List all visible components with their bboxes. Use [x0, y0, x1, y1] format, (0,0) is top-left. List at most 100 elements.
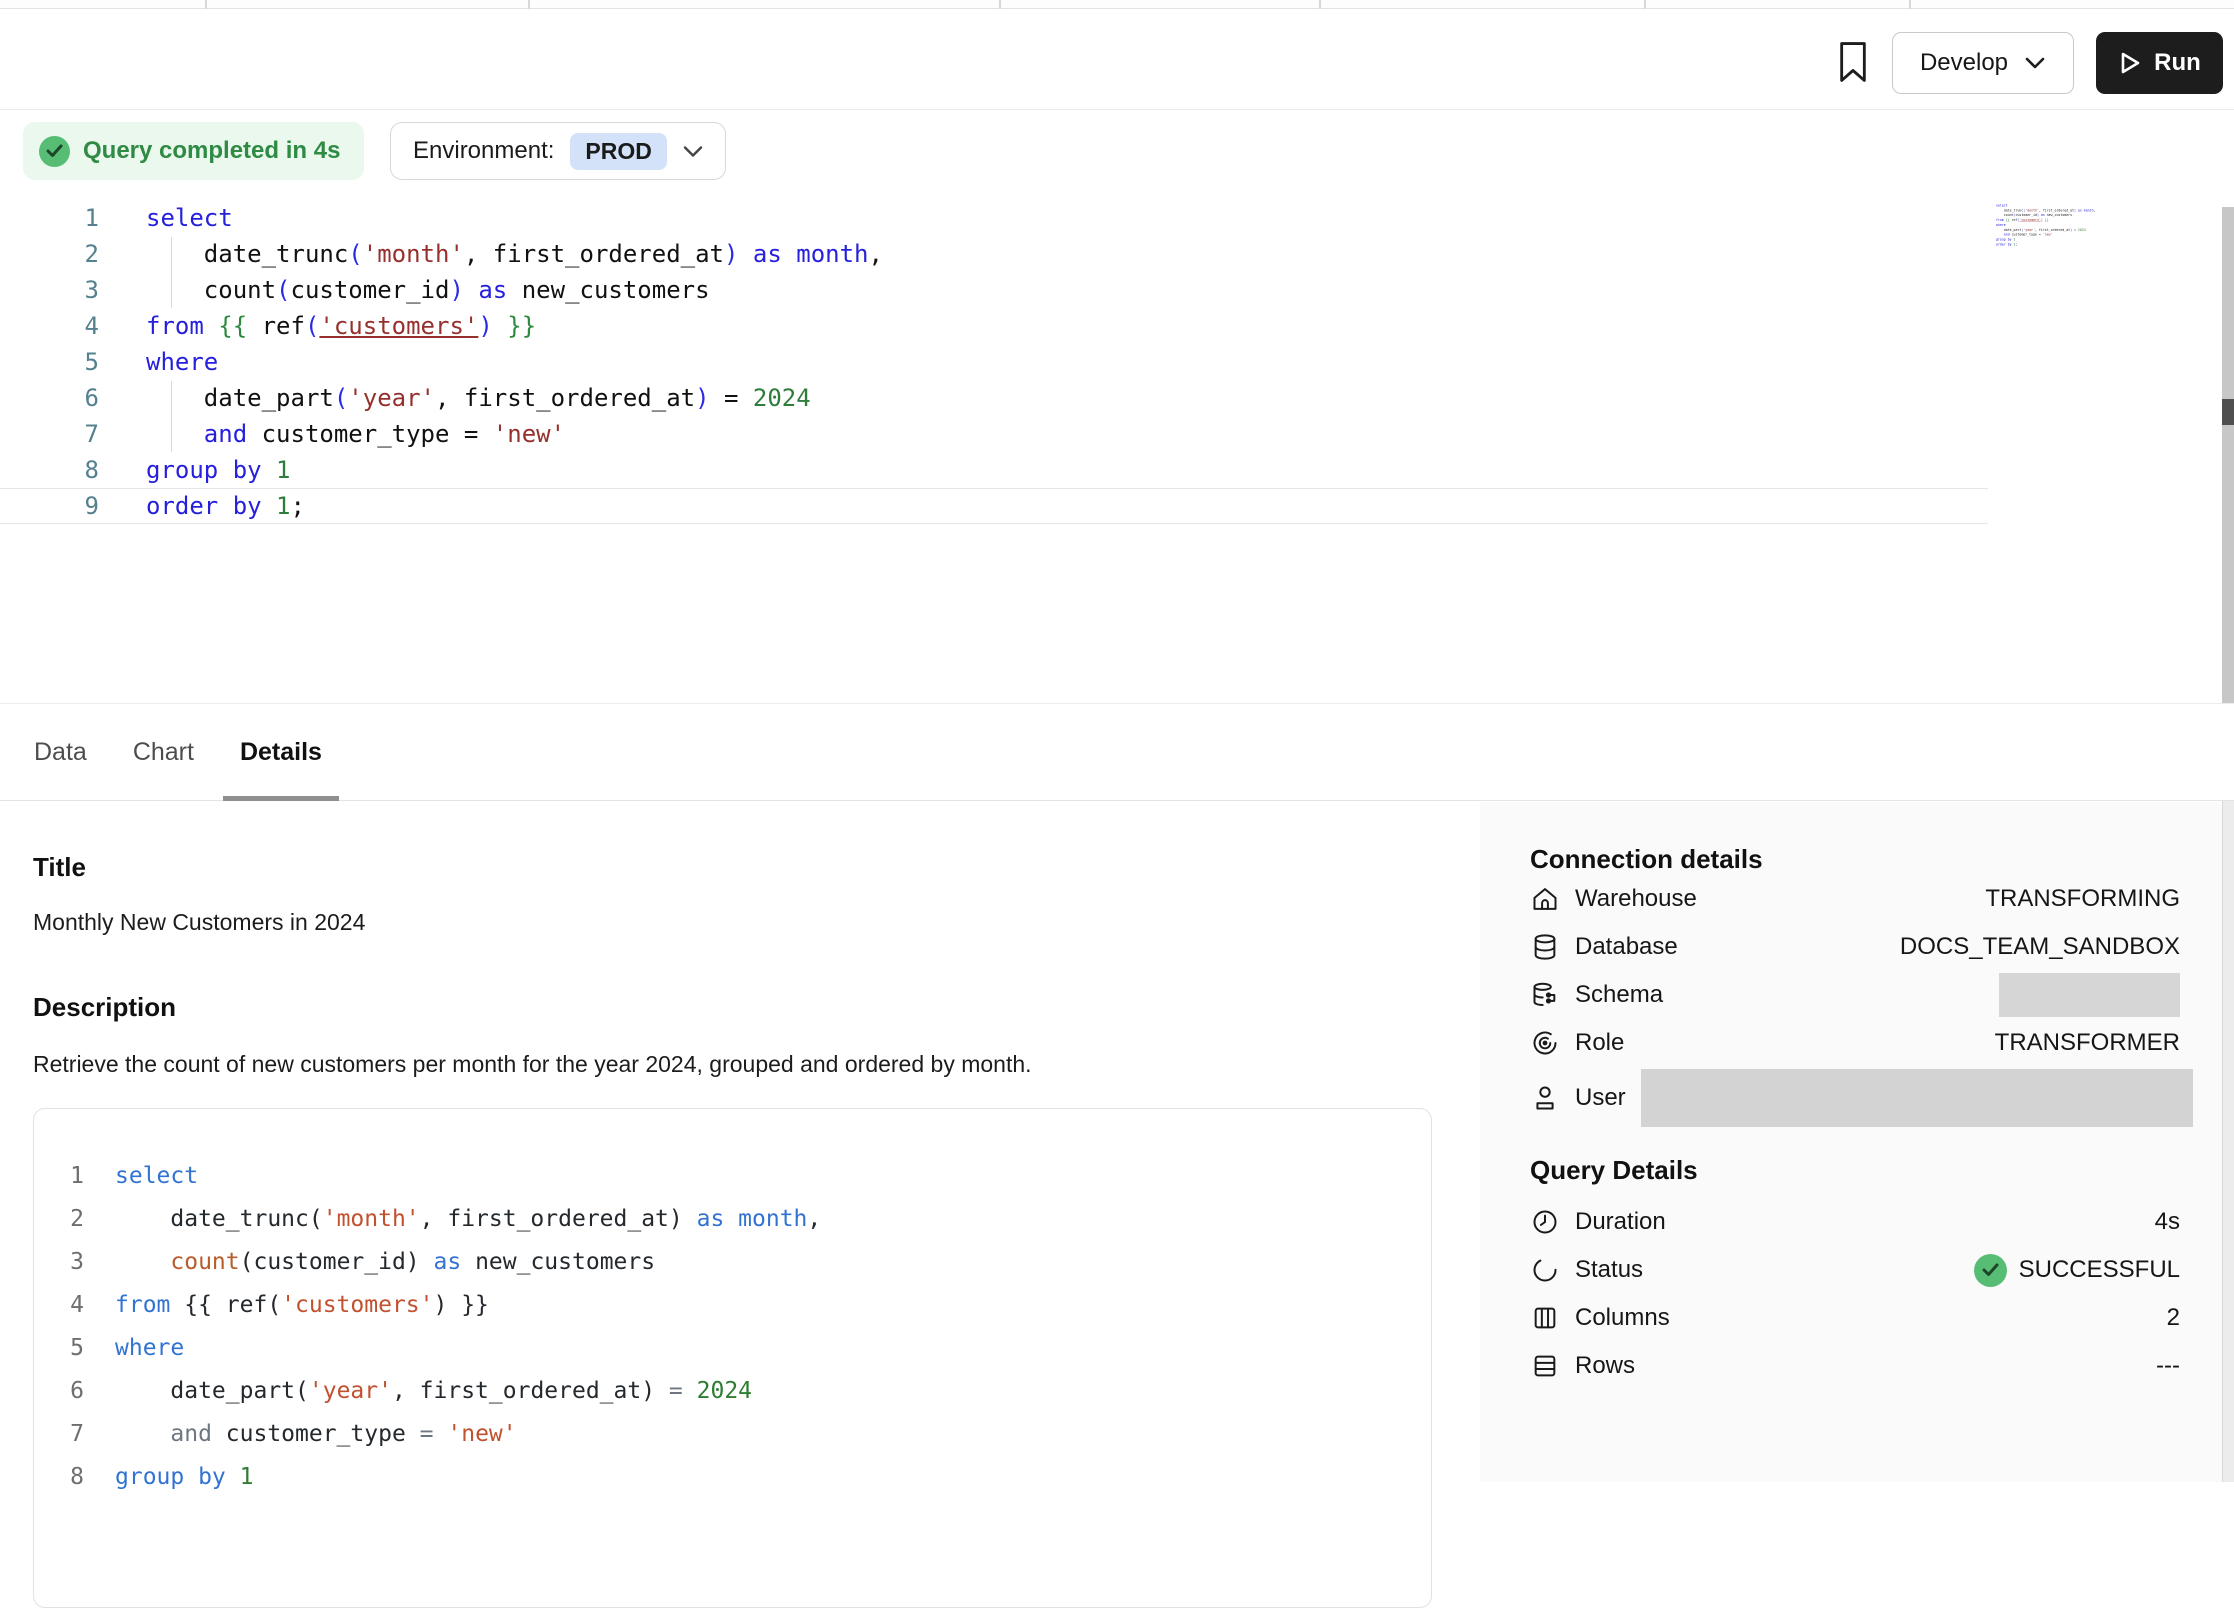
row-value: TRANSFORMING	[1985, 885, 2180, 913]
line-number: 2	[34, 1198, 84, 1241]
connection-row-database: Database DOCS_TEAM_SANDBOX	[1530, 923, 2180, 971]
code-line-9[interactable]: 9order by 1;	[0, 488, 1988, 524]
line-number: 5	[0, 344, 99, 380]
run-label: Run	[2154, 49, 2201, 77]
query-row-status: Status SUCCESSFUL	[1530, 1246, 2180, 1294]
description-heading: Description	[33, 992, 1480, 1023]
code-text: order by 1;	[1996, 242, 2017, 247]
code-line-4[interactable]: 4from {{ ref('customers') }}	[0, 308, 1988, 344]
line-number: 8	[34, 1456, 84, 1499]
title-value: Monthly New Customers in 2024	[33, 909, 1480, 936]
play-icon	[2118, 50, 2142, 76]
code-text: group by 1	[99, 452, 291, 488]
code-text: select	[99, 200, 233, 236]
bookmark-icon[interactable]	[1833, 36, 1873, 88]
connection-row-role: Role TRANSFORMER	[1530, 1019, 2180, 1067]
tab-divider	[1319, 0, 1321, 9]
develop-menu-button[interactable]: Develop	[1892, 32, 2074, 94]
code-line-8[interactable]: 8group by 1	[0, 452, 1988, 488]
query-row-duration: Duration 4s	[1530, 1198, 2180, 1246]
row-value: ---	[2156, 1352, 2180, 1380]
connection-row-warehouse: Warehouse TRANSFORMING	[1530, 875, 2180, 923]
code-line-8: 8group by 1	[34, 1456, 1431, 1499]
row-value: 4s	[2155, 1208, 2180, 1236]
code-text: order by 1;	[99, 488, 305, 524]
line-number: 7	[34, 1413, 84, 1456]
code-line-6: 6 date_part('year', first_ordered_at) = …	[34, 1370, 1431, 1413]
code-text: from {{ ref('customers') }}	[99, 308, 536, 344]
scrollbar-thumb[interactable]	[2222, 399, 2234, 425]
code-text: date_trunc('month', first_ordered_at) as…	[84, 1198, 821, 1241]
environment-label: Environment:	[413, 137, 554, 165]
success-check-icon	[1974, 1254, 2007, 1287]
code-text: where	[99, 344, 218, 380]
environment-selector[interactable]: Environment: PROD	[390, 122, 726, 180]
role-icon	[1530, 1029, 1560, 1057]
code-line-1: 1select	[34, 1155, 1431, 1198]
row-value: 2	[2167, 1304, 2180, 1332]
run-button[interactable]: Run	[2096, 32, 2223, 94]
row-value-redacted	[1641, 1069, 2193, 1127]
row-value-redacted	[1999, 973, 2180, 1017]
row-label: Role	[1575, 1029, 1624, 1057]
supplied-sql-code-block: 1select2 date_trunc('month', first_order…	[33, 1108, 1432, 1608]
query-details-heading: Query Details	[1530, 1155, 2180, 1186]
line-number: 9	[0, 488, 99, 524]
browser-tab-strip	[0, 0, 2234, 9]
code-line-7: 7 and customer_type = 'new'	[34, 1413, 1431, 1456]
connection-row-schema: Schema	[1530, 971, 2180, 1019]
connection-row-user: User	[1530, 1067, 2180, 1129]
tab-details[interactable]: Details	[240, 703, 322, 801]
sql-editor[interactable]: 1select2 date_trunc('month', first_order…	[0, 200, 1988, 700]
code-text: group by 1	[84, 1456, 254, 1499]
code-line-5[interactable]: 5where	[0, 344, 1988, 380]
line-number: 3	[0, 272, 99, 308]
schema-icon	[1530, 981, 1560, 1009]
description-value: Retrieve the count of new customers per …	[33, 1051, 1480, 1078]
line-number: 2	[0, 236, 99, 272]
code-text: select	[84, 1155, 198, 1198]
redacted-value	[1641, 1069, 2193, 1127]
rows-icon	[1530, 1352, 1560, 1380]
line-number: 1	[34, 1155, 84, 1198]
query-status-text: Query completed in 4s	[83, 137, 340, 165]
row-label: Columns	[1575, 1304, 1670, 1332]
code-text: and customer_type = 'new'	[99, 416, 565, 452]
status-value: SUCCESSFUL	[1974, 1254, 2180, 1287]
connection-details-heading: Connection details	[1530, 844, 2180, 875]
code-line-4: 4from {{ ref('customers') }}	[34, 1284, 1431, 1327]
row-value: SUCCESSFUL	[2019, 1256, 2180, 1284]
tab-data[interactable]: Data	[34, 703, 87, 801]
line-number: 3	[34, 1241, 84, 1284]
code-line-7[interactable]: 7 and customer_type = 'new'	[0, 416, 1988, 452]
tab-divider	[1644, 0, 1646, 9]
code-text: date_trunc('month', first_ordered_at) as…	[99, 236, 883, 272]
tab-chart[interactable]: Chart	[133, 703, 194, 801]
code-line-2[interactable]: 2 date_trunc('month', first_ordered_at) …	[0, 236, 1988, 272]
code-text: date_part('year', first_ordered_at) = 20…	[99, 380, 811, 416]
chevron-down-icon	[2024, 56, 2046, 70]
develop-label: Develop	[1920, 49, 2008, 77]
minimap[interactable]: 1select2 date_trunc('month', first_order…	[1996, 203, 2114, 273]
results-tab-bar: Data Chart Details	[0, 703, 2234, 801]
check-circle-icon	[39, 136, 70, 167]
line-number: 4	[34, 1284, 84, 1327]
user-icon	[1530, 1084, 1560, 1112]
query-row-columns: Columns 2	[1530, 1294, 2180, 1342]
code-line-3[interactable]: 3 count(customer_id) as new_customers	[0, 272, 1988, 308]
code-line-1[interactable]: 1select	[0, 200, 1988, 236]
row-label: Status	[1575, 1256, 1643, 1284]
code-line-3: 3 count(customer_id) as new_customers	[34, 1241, 1431, 1284]
spinner-icon	[1530, 1256, 1560, 1284]
line-number: 8	[0, 452, 99, 488]
code-text: count(customer_id) as new_customers	[84, 1241, 655, 1284]
indent-guide	[171, 237, 172, 308]
code-line-6[interactable]: 6 date_part('year', first_ordered_at) = …	[0, 380, 1988, 416]
chevron-down-icon	[683, 145, 703, 158]
row-label: Rows	[1575, 1352, 1635, 1380]
tab-divider	[999, 0, 1001, 9]
row-label: Warehouse	[1575, 885, 1697, 913]
query-status-badge: Query completed in 4s	[23, 122, 364, 180]
indent-guide	[171, 381, 172, 452]
code-line-2: 2 date_trunc('month', first_ordered_at) …	[34, 1198, 1431, 1241]
